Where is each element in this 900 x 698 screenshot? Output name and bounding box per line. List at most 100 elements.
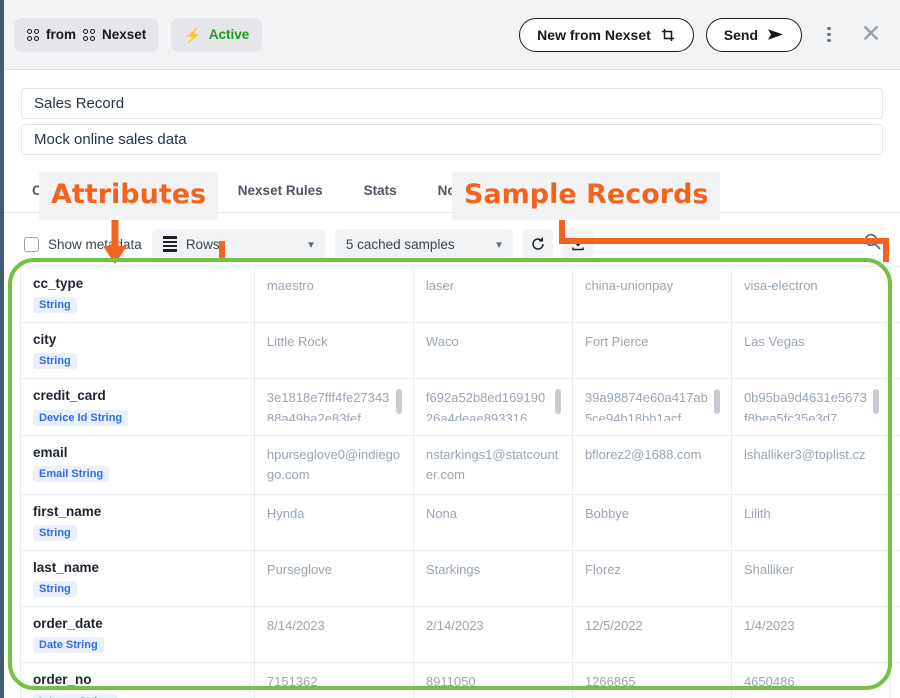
nexset-description-input[interactable]: Mock online sales data [21,124,883,155]
attribute-cell[interactable]: order_date Date String [20,606,255,664]
sample-value: 8/14/2023 [266,618,325,634]
sample-value-cell[interactable]: 0b95ba9d4631e5673f8bea5fc35e3d7 [731,378,891,436]
sample-value-cell[interactable]: bflorez2@1688.com [572,435,732,495]
sample-value-cell[interactable]: 39a98874e60a417ab5ce94b18bb1acf [572,378,732,436]
sample-value-cell[interactable]: Dallas [890,322,900,380]
attribute-cell[interactable]: city String [20,322,255,380]
sample-value-cell[interactable]: 1266865 [572,662,732,698]
new-from-nexset-label: New from Nexset [537,26,651,43]
sample-value: nstarkings1@statcounter.com [425,446,559,482]
sample-value-cell[interactable]: lshalliker3@toplist.cz [731,435,891,495]
sample-value-cell[interactable]: Josling [890,550,900,608]
sample-value-cell[interactable]: nstarkings1@statcounter.com [413,435,573,495]
tab-attributes-label: Attributes [133,183,197,198]
show-metadata-checkbox[interactable]: Show metadata [24,236,142,252]
close-icon: ✕ [860,20,882,48]
sample-value-cell[interactable]: Las Vegas [731,322,891,380]
sample-value-cell[interactable]: 86d33b5a1112ae586ce4b6bb575969 [890,378,900,436]
sample-value-cell[interactable]: 1/4/2023 [731,606,891,664]
source-chip[interactable]: from Nexset [14,17,160,52]
table-row: order_no Integer String 7151362 8911050 1266… [20,662,900,698]
more-options-button[interactable] [814,20,844,50]
table-row: order_date Date String 8/14/2023 2/14/2023 1… [20,606,900,664]
attributes-toolbar: Show metadata Rows ▾ 5 cached samples ▾ [4,225,900,263]
cell-scrollbar-thumb[interactable] [713,389,720,415]
sample-value-cell[interactable]: china-unionpay [572,266,732,324]
sample-value-cell[interactable]: 8/14/2023 [254,606,414,664]
sample-value-cell[interactable]: f692a52b8ed16919026a4deae893316 [413,378,573,436]
nexset-name-input[interactable]: Sales Record [21,88,883,119]
tab-nexset-rules[interactable]: Nexset Rules [238,176,323,213]
sample-value: Lilith [743,505,771,521]
sample-value-cell[interactable]: Purseglove [254,550,414,608]
attribute-type-badge: String [33,525,77,542]
sample-value-cell[interactable]: Hynda [254,494,414,552]
download-icon [572,238,584,251]
sample-value-cell[interactable]: 8911050 [413,662,573,698]
attribute-cell[interactable]: email Email String [20,435,255,495]
sample-value: 1/4/2023 [743,618,795,634]
refresh-samples-button[interactable] [522,229,553,259]
table-row: credit_card Device Id String 3e1818e7fff4f… [20,378,900,436]
attribute-name: credit_card [33,388,106,404]
rows-list-icon [162,236,177,252]
tab-share[interactable]: Share [682,176,720,213]
cell-scrollbar-thumb[interactable] [554,389,561,415]
rows-select[interactable]: Rows ▾ [151,229,325,259]
tab-sample-data[interactable]: Sample Data [560,176,641,213]
source-chip-from-label: from [46,27,76,42]
close-panel-button[interactable]: ✕ [856,20,886,50]
sample-value-cell[interactable]: 5511288 [890,662,900,698]
sample-value-cell[interactable]: Fort Pierce [572,322,732,380]
source-chip-name: Nexset [102,27,147,42]
cached-samples-value: 5 cached samples [345,236,455,252]
sample-value-cell[interactable]: 4650486 [731,662,891,698]
new-from-nexset-button[interactable]: New from Nexset [519,17,694,52]
tab-overview[interactable]: Overview [32,176,92,213]
sample-value-cell[interactable]: 11/24/2022 [890,606,900,664]
sample-value-cell[interactable]: Lilith [731,494,891,552]
sample-value-cell[interactable]: visa-electron [731,266,891,324]
sample-value-cell[interactable]: 3e1818e7fff4fe2734388a49ba2e83fef [254,378,414,436]
sample-value-cell[interactable]: 7151362 [254,662,414,698]
tab-nexset-rules-label: Nexset Rules [237,183,323,198]
attribute-name: order_date [33,616,103,632]
sample-value-cell[interactable]: Taylor [890,494,900,552]
send-button[interactable]: Send [705,17,802,52]
sample-value-cell[interactable]: Bobbye [572,494,732,552]
search-attributes-button[interactable] [863,232,882,256]
sample-value-cell[interactable]: 2/14/2023 [413,606,573,664]
cell-scrollbar-thumb[interactable] [395,389,402,415]
attributes-sample-grid[interactable]: cc_type String maestro laser china-unionpay v… [20,266,900,698]
attribute-cell[interactable]: order_no Integer String [20,662,255,698]
sample-value-cell[interactable]: maestro [254,266,414,324]
download-samples-button[interactable] [562,229,593,259]
sample-value-cell[interactable]: Florez [572,550,732,608]
table-row: email Email String hpurseglove0@indiegogo.… [20,435,900,495]
sample-value: 39a98874e60a417ab5ce94b18bb1acf [585,388,720,421]
tab-share-label: Share [682,183,720,198]
sample-value-cell[interactable]: 12/5/2022 [572,606,732,664]
sample-value-cell[interactable]: tjosling4@icq.com [890,435,900,495]
cached-samples-select[interactable]: 5 cached samples ▾ [334,229,513,259]
attribute-cell[interactable]: credit_card Device Id String [20,378,255,436]
cell-scrollbar-thumb[interactable] [872,389,879,415]
sample-value-cell[interactable]: laser [413,266,573,324]
sample-value-cell[interactable]: Nona [413,494,573,552]
sample-value-cell[interactable]: Shalliker [731,550,891,608]
sample-value-cell[interactable]: jcb [890,266,900,324]
attribute-name: first_name [33,503,102,519]
tab-notifications[interactable]: Notifications [438,176,520,213]
sample-value-cell[interactable]: Starkings [413,550,573,608]
tab-attributes[interactable]: Attributes [133,176,197,213]
attribute-type-badge: Date String [33,637,104,654]
sample-value-cell[interactable]: Waco [413,322,573,380]
sample-value-cell[interactable]: Little Rock [254,322,414,380]
attribute-type-badge: String [33,581,77,598]
panel-header: from Nexset ⚡ Active New from Nexset Sen… [4,0,900,70]
attribute-cell[interactable]: first_name String [20,494,255,552]
tab-stats[interactable]: Stats [364,176,397,213]
sample-value-cell[interactable]: hpurseglove0@indiegogo.com [254,435,414,495]
attribute-cell[interactable]: last_name String [20,550,255,608]
attribute-cell[interactable]: cc_type String [20,266,255,324]
